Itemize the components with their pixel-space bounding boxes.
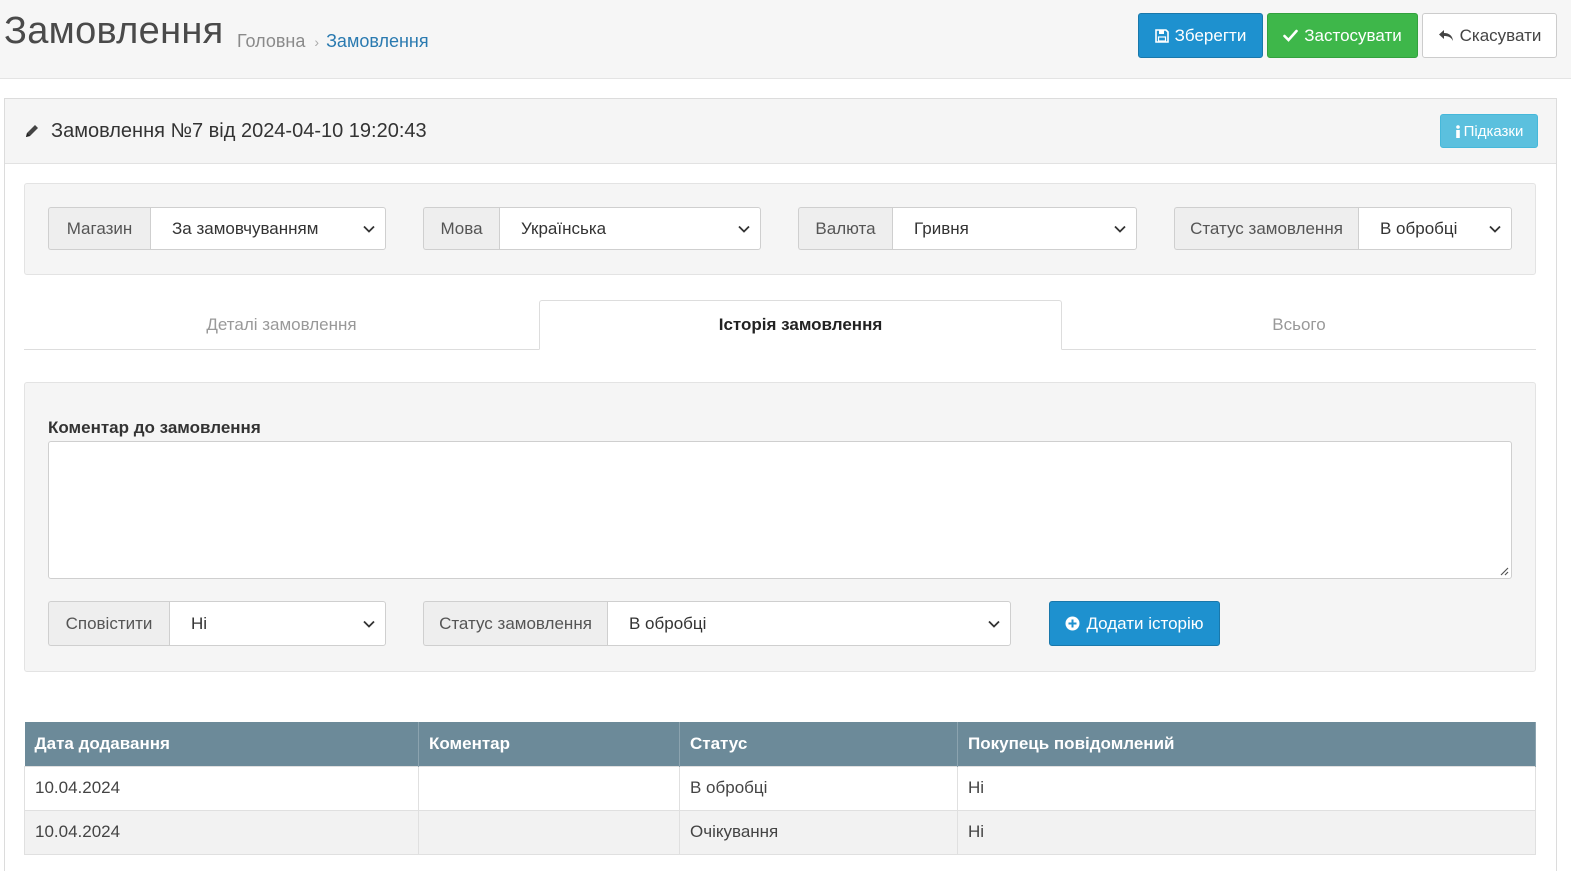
tab-order-details[interactable]: Деталі замовлення xyxy=(24,300,539,350)
chevron-down-icon xyxy=(1489,225,1501,233)
save-button-label: Зберегти xyxy=(1174,25,1247,45)
breadcrumb: Головна › Замовлення xyxy=(237,31,429,52)
currency-select-label: Валюта xyxy=(798,207,892,250)
table-header-row: Дата додавання Коментар Статус Покупець … xyxy=(24,722,1536,766)
checkmark-icon xyxy=(1283,29,1299,42)
page-title: Замовлення xyxy=(4,10,224,52)
store-select-value: За замовчуванням xyxy=(172,218,319,238)
order-status-select-value: В обробці xyxy=(1380,218,1458,238)
store-select[interactable]: За замовчуванням xyxy=(150,207,386,250)
cell-comment xyxy=(418,765,680,811)
chevron-down-icon xyxy=(988,620,1000,628)
history-status-select[interactable]: В обробці xyxy=(607,601,1011,646)
table-row: 10.04.2024 В обробці Ні xyxy=(24,765,1536,811)
order-status-select[interactable]: В обробці xyxy=(1358,207,1512,250)
breadcrumb-home-link[interactable]: Головна xyxy=(237,31,305,52)
page-header: Замовлення Головна › Замовлення Зберегти… xyxy=(0,0,1571,79)
store-select-group: Магазин За замовчуванням xyxy=(48,207,386,250)
cell-customer-notified: Ні xyxy=(957,809,1536,855)
comment-label: Коментар до замовлення xyxy=(48,418,261,437)
cancel-button[interactable]: Скасувати xyxy=(1422,13,1557,58)
notify-select-value: Ні xyxy=(191,613,208,633)
add-history-button[interactable]: Додати історію xyxy=(1049,601,1220,646)
notify-select[interactable]: Ні xyxy=(169,601,386,646)
currency-select-value: Гривня xyxy=(914,218,969,238)
comment-textarea[interactable] xyxy=(48,441,1512,579)
add-history-button-label: Додати історію xyxy=(1086,613,1204,633)
chevron-down-icon xyxy=(363,620,375,628)
currency-select[interactable]: Гривня xyxy=(892,207,1137,250)
breadcrumb-current-link[interactable]: Замовлення xyxy=(326,31,429,52)
column-header-customer-notified: Покупець повідомлений xyxy=(957,722,1536,766)
panel-heading: Замовлення №7 від 2024-04-10 19:20:43 Пі… xyxy=(5,99,1556,164)
chevron-down-icon xyxy=(738,225,750,233)
save-button[interactable]: Зберегти xyxy=(1138,13,1263,58)
notify-select-label: Сповістити xyxy=(48,601,169,646)
store-select-label: Магазин xyxy=(48,207,150,250)
reply-arrow-icon xyxy=(1438,29,1453,41)
cell-date-added: 10.04.2024 xyxy=(24,765,419,811)
order-panel-title: Замовлення №7 від 2024-04-10 19:20:43 xyxy=(51,120,427,142)
column-header-status: Статус xyxy=(679,722,958,766)
history-status-select-label: Статус замовлення xyxy=(423,601,607,646)
table-row: 10.04.2024 Очікування Ні xyxy=(24,809,1536,855)
cell-date-added: 10.04.2024 xyxy=(24,809,419,855)
hints-button-label: Підказки xyxy=(1463,122,1524,140)
language-select[interactable]: Українська xyxy=(499,207,761,250)
apply-button-label: Застосувати xyxy=(1304,25,1402,45)
language-select-label: Мова xyxy=(423,207,499,250)
order-status-select-group: Статус замовлення В обробці xyxy=(1174,207,1512,250)
cell-status: Очікування xyxy=(679,809,958,855)
column-header-comment: Коментар xyxy=(418,722,680,766)
cancel-button-label: Скасувати xyxy=(1459,25,1542,45)
cell-comment xyxy=(418,809,680,855)
chevron-down-icon xyxy=(363,225,375,233)
column-header-date-added: Дата додавання xyxy=(24,722,419,766)
info-icon xyxy=(1455,124,1460,138)
history-table: Дата додавання Коментар Статус Покупець … xyxy=(24,722,1536,855)
history-status-select-group: Статус замовлення В обробці xyxy=(423,601,1011,646)
floppy-disk-icon xyxy=(1154,28,1169,43)
order-status-select-label: Статус замовлення xyxy=(1174,207,1358,250)
language-select-group: Мова Українська xyxy=(423,207,761,250)
cell-customer-notified: Ні xyxy=(957,765,1536,811)
order-tabs: Деталі замовлення Історія замовлення Всь… xyxy=(24,300,1536,350)
plus-circle-icon xyxy=(1065,616,1080,631)
tab-order-history[interactable]: Історія замовлення xyxy=(539,300,1062,350)
pencil-icon xyxy=(26,125,38,137)
apply-button[interactable]: Застосувати xyxy=(1267,13,1418,58)
breadcrumb-separator: › xyxy=(314,33,320,50)
currency-select-group: Валюта Гривня xyxy=(798,207,1137,250)
tab-totals[interactable]: Всього xyxy=(1062,300,1536,350)
resize-grip-icon[interactable] xyxy=(1499,566,1509,576)
chevron-down-icon xyxy=(1114,225,1126,233)
language-select-value: Українська xyxy=(521,218,607,238)
history-status-select-value: В обробці xyxy=(629,613,707,633)
notify-select-group: Сповістити Ні xyxy=(48,601,386,646)
cell-status: В обробці xyxy=(679,765,958,811)
hints-button[interactable]: Підказки xyxy=(1440,114,1538,148)
